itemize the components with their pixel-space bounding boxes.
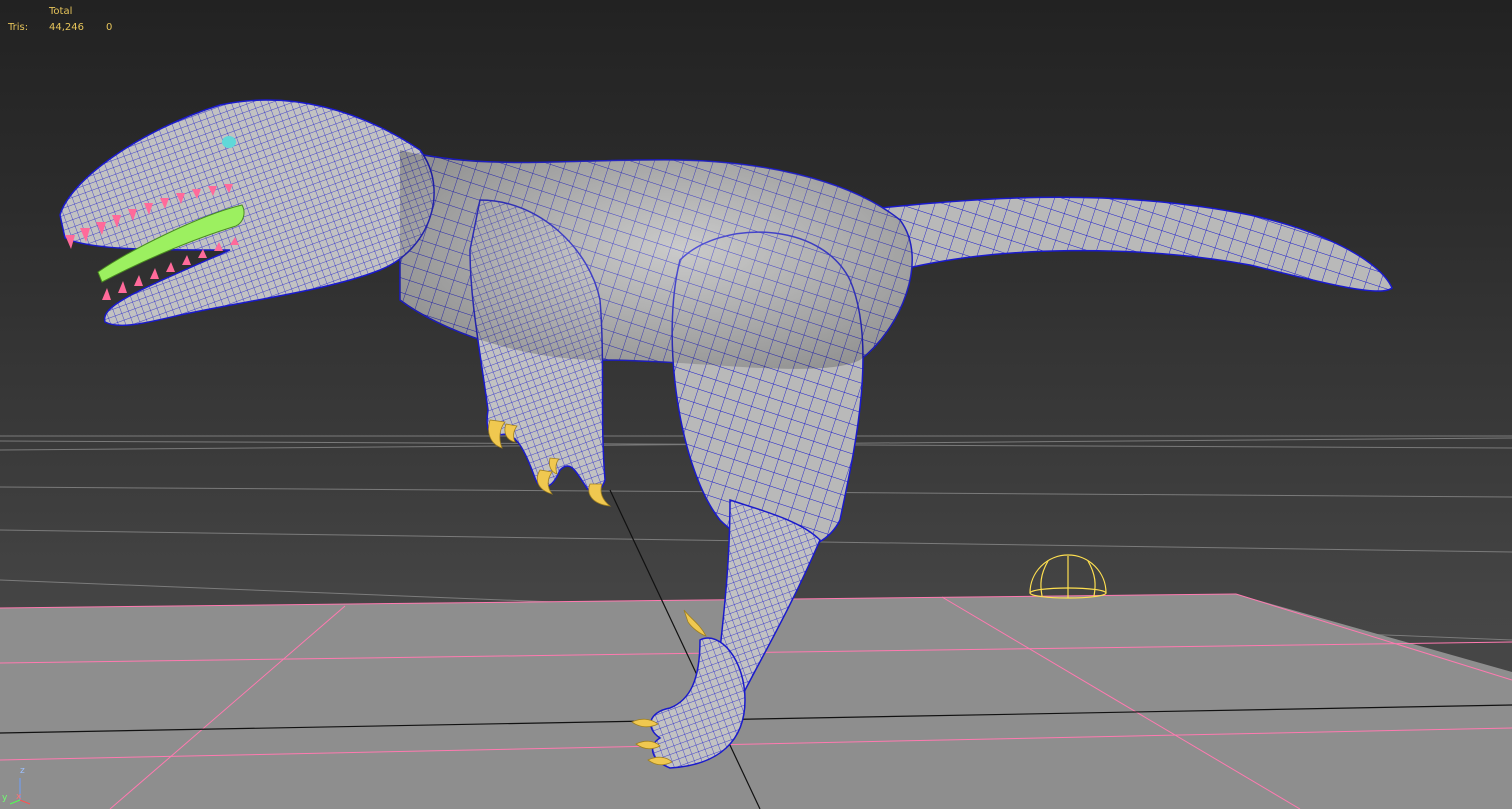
tris-selected: 0 [106,22,113,33]
viewport[interactable]: Total Tris: 44,246 0 z x y [0,0,1512,809]
gizmo-z-label: z [20,766,25,776]
gizmo-x-label: x [16,792,22,802]
tail [858,196,1393,292]
gizmo-y-label: y [2,793,8,803]
scene-canvas[interactable] [0,0,1512,809]
eye [222,136,236,148]
tris-total: 44,246 [49,22,84,33]
omni-light-icon[interactable] [1029,554,1107,599]
head [59,99,435,327]
stats-header: Total [49,6,73,17]
tris-label: Tris: [8,22,29,33]
stats-overlay: Total Tris: 44,246 0 [8,4,112,36]
